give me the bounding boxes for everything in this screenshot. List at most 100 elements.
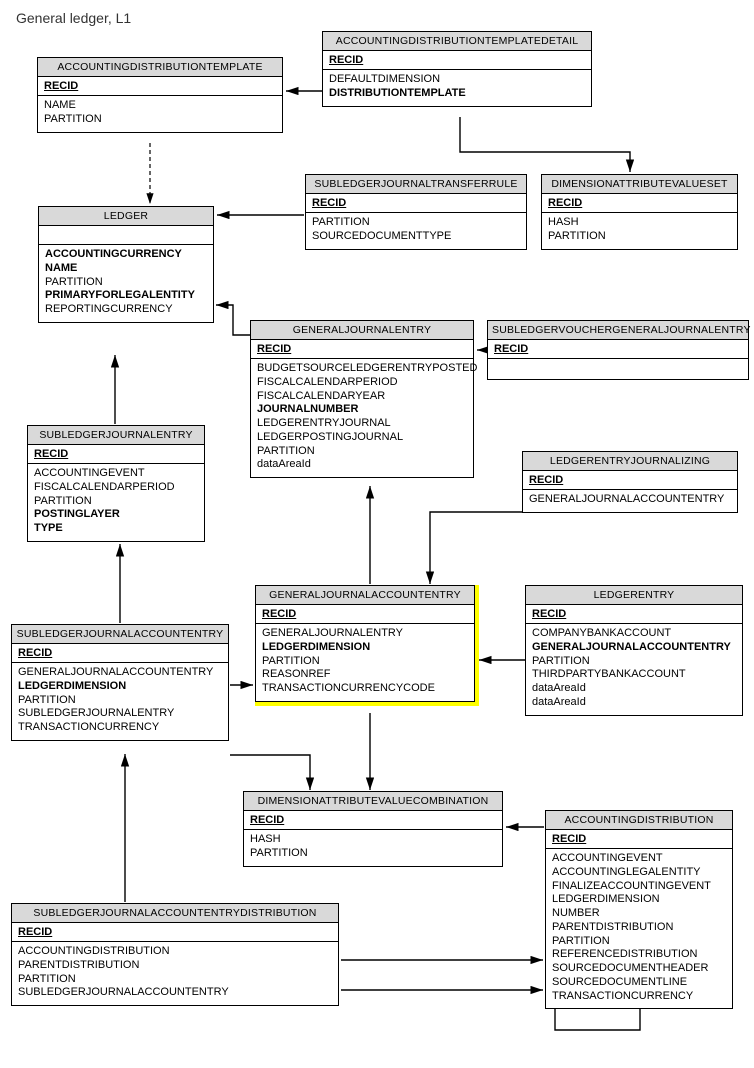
- entity-field: PARTITION: [44, 113, 276, 127]
- entity-header: ACCOUNTINGDISTRIBUTION: [546, 811, 732, 830]
- entity-field: PARTITION: [548, 230, 731, 244]
- entity-field: TRANSACTIONCURRENCYCODE: [262, 682, 468, 696]
- entity-field: ACCOUNTINGEVENT: [552, 852, 726, 866]
- entity-field: PARTITION: [532, 655, 736, 669]
- entity-field: REASONREF: [262, 668, 468, 682]
- entity-header: DIMENSIONATTRIBUTEVALUESET: [542, 175, 737, 194]
- entity-acct_dist: ACCOUNTINGDISTRIBUTIONRECIDACCOUNTINGEVE…: [545, 810, 733, 1009]
- entity-header: DIMENSIONATTRIBUTEVALUECOMBINATION: [244, 792, 502, 811]
- entity-field: REPORTINGCURRENCY: [45, 303, 207, 317]
- entity-fields: ACCOUNTINGEVENTFISCALCALENDARPERIODPARTI…: [28, 464, 204, 541]
- entity-slj_entry: SUBLEDGERJOURNALENTRYRECIDACCOUNTINGEVEN…: [27, 425, 205, 542]
- entity-pk: RECID: [38, 77, 282, 96]
- entity-header: ACCOUNTINGDISTRIBUTIONTEMPLATEDETAIL: [323, 32, 591, 51]
- entity-slj_acct_entry_dist: SUBLEDGERJOURNALACCOUNTENTRYDISTRIBUTION…: [11, 903, 339, 1006]
- entity-field: PARTITION: [18, 973, 332, 987]
- entity-field: TRANSACTIONCURRENCY: [18, 721, 222, 735]
- entity-pk: RECID: [12, 923, 338, 942]
- entity-field: PARTITION: [257, 445, 467, 459]
- entity-field: SUBLEDGERJOURNALACCOUNTENTRY: [18, 986, 332, 1000]
- entity-field: ACCOUNTINGLEGALENTITY: [552, 866, 726, 880]
- entity-header: GENERALJOURNALENTRY: [251, 321, 473, 340]
- entity-field: FISCALCALENDARPERIOD: [257, 376, 467, 390]
- entity-field: NUMBER: [552, 907, 726, 921]
- entity-field: SOURCEDOCUMENTHEADER: [552, 962, 726, 976]
- entity-gen_journal_acct_entry: GENERALJOURNALACCOUNTENTRYRECIDGENERALJO…: [255, 585, 475, 702]
- entity-field: HASH: [548, 216, 731, 230]
- entity-slj_transfer_rule: SUBLEDGERJOURNALTRANSFERRULERECIDPARTITI…: [305, 174, 527, 250]
- entity-header: SUBLEDGERVOUCHERGENERALJOURNALENTRY: [488, 321, 748, 340]
- entity-fields: ACCOUNTINGDISTRIBUTIONPARENTDISTRIBUTION…: [12, 942, 338, 1005]
- entity-pk: RECID: [251, 340, 473, 359]
- entity-field: NAME: [44, 99, 276, 113]
- entity-fields: HASHPARTITION: [244, 830, 502, 866]
- entity-field: LEDGERENTRYJOURNAL: [257, 417, 467, 431]
- page-title: General ledger, L1: [16, 10, 131, 26]
- entity-header: SUBLEDGERJOURNALENTRY: [28, 426, 204, 445]
- entity-field: GENERALJOURNALACCOUNTENTRY: [532, 641, 736, 655]
- entity-field: PARTITION: [552, 935, 726, 949]
- entity-field: SOURCEDOCUMENTLINE: [552, 976, 726, 990]
- entity-ledger_entry: LEDGERENTRYRECID COMPANYBANKACCOUNTGENERA…: [525, 585, 743, 716]
- entity-field: dataAreaId: [532, 696, 736, 710]
- entity-header: LEDGERENTRYJOURNALIZING: [523, 452, 737, 471]
- entity-field: PARTITION: [312, 216, 520, 230]
- entity-pk: RECID: [542, 194, 737, 213]
- entity-pk: RECID: [306, 194, 526, 213]
- entity-header: LEDGERENTRY: [526, 586, 742, 605]
- entity-field: LEDGERDIMENSION: [552, 893, 726, 907]
- entity-header: SUBLEDGERJOURNALACCOUNTENTRY: [12, 625, 228, 644]
- entity-field: PARENTDISTRIBUTION: [18, 959, 332, 973]
- entity-pk: [39, 226, 213, 245]
- entity-field: SUBLEDGERJOURNALENTRY: [18, 707, 222, 721]
- entity-fields: HASHPARTITION: [542, 213, 737, 249]
- entity-header: GENERALJOURNALACCOUNTENTRY: [256, 586, 474, 605]
- entity-field: DISTRIBUTIONTEMPLATE: [329, 87, 585, 101]
- entity-field: GENERALJOURNALACCOUNTENTRY: [18, 666, 222, 680]
- entity-fields: GENERALJOURNALENTRYLEDGERDIMENSIONPARTIT…: [256, 624, 474, 701]
- entity-fields: BUDGETSOURCELEDGERENTRYPOSTEDFISCALCALEN…: [251, 359, 473, 477]
- entity-pk: RECID: [546, 830, 732, 849]
- entity-field: PARTITION: [34, 495, 198, 509]
- entity-slj_acct_entry: SUBLEDGERJOURNALACCOUNTENTRYRECIDGENERAL…: [11, 624, 229, 741]
- entity-field: dataAreaId: [532, 682, 736, 696]
- entity-fields: [488, 359, 748, 379]
- entity-header: LEDGER: [39, 207, 213, 226]
- entity-field: BUDGETSOURCELEDGERENTRYPOSTED: [257, 362, 467, 376]
- entity-acct_dist_tmpl: ACCOUNTINGDISTRIBUTIONTEMPLATERECIDNAMEP…: [37, 57, 283, 133]
- entity-field: LEDGERDIMENSION: [18, 680, 222, 694]
- entity-fields: GENERALJOURNALACCOUNTENTRYLEDGERDIMENSIO…: [12, 663, 228, 740]
- entity-pk: RECID: [323, 51, 591, 70]
- entity-field: TYPE: [34, 522, 198, 536]
- entity-field: TRANSACTIONCURRENCY: [552, 990, 726, 1004]
- entity-field: COMPANYBANKACCOUNT: [532, 627, 736, 641]
- entity-gen_journal_entry: GENERALJOURNALENTRYRECIDBUDGETSOURCELEDG…: [250, 320, 474, 478]
- entity-fields: NAMEPARTITION: [38, 96, 282, 132]
- entity-field: JOURNALNUMBER: [257, 403, 467, 417]
- entity-pk: RECID: [256, 605, 474, 624]
- entity-pk: RECID: [526, 605, 742, 624]
- entity-header: SUBLEDGERJOURNALACCOUNTENTRYDISTRIBUTION: [12, 904, 338, 923]
- entity-field: REFERENCEDISTRIBUTION: [552, 948, 726, 962]
- entity-field: THIRDPARTYBANKACCOUNT: [532, 668, 736, 682]
- entity-fields: GENERALJOURNALACCOUNTENTRY: [523, 490, 737, 512]
- entity-field: PARTITION: [45, 276, 207, 290]
- entity-pk: RECID: [488, 340, 748, 359]
- entity-pk: RECID: [12, 644, 228, 663]
- entity-header: ACCOUNTINGDISTRIBUTIONTEMPLATE: [38, 58, 282, 77]
- entity-fields: DEFAULTDIMENSIONDISTRIBUTIONTEMPLATE: [323, 70, 591, 106]
- entity-field: HASH: [250, 833, 496, 847]
- entity-fields: ACCOUNTINGEVENTACCOUNTINGLEGALENTITYFINA…: [546, 849, 732, 1008]
- entity-field: ACCOUNTINGDISTRIBUTION: [18, 945, 332, 959]
- entity-field: PARTITION: [262, 655, 468, 669]
- entity-dim_attr_val_comb: DIMENSIONATTRIBUTEVALUECOMBINATIONRECIDH…: [243, 791, 503, 867]
- entity-ledger: LEDGER ACCOUNTINGCURRENCYNAMEPARTITIONPR…: [38, 206, 214, 323]
- entity-field: FISCALCALENDARPERIOD: [34, 481, 198, 495]
- entity-field: LEDGERPOSTINGJOURNAL: [257, 431, 467, 445]
- entity-pk: RECID: [523, 471, 737, 490]
- entity-fields: PARTITIONSOURCEDOCUMENTTYPE: [306, 213, 526, 249]
- entity-field: ACCOUNTINGEVENT: [34, 467, 198, 481]
- entity-pk: RECID: [244, 811, 502, 830]
- entity-field: FINALIZEACCOUNTINGEVENT: [552, 880, 726, 894]
- entity-field: POSTINGLAYER: [34, 508, 198, 522]
